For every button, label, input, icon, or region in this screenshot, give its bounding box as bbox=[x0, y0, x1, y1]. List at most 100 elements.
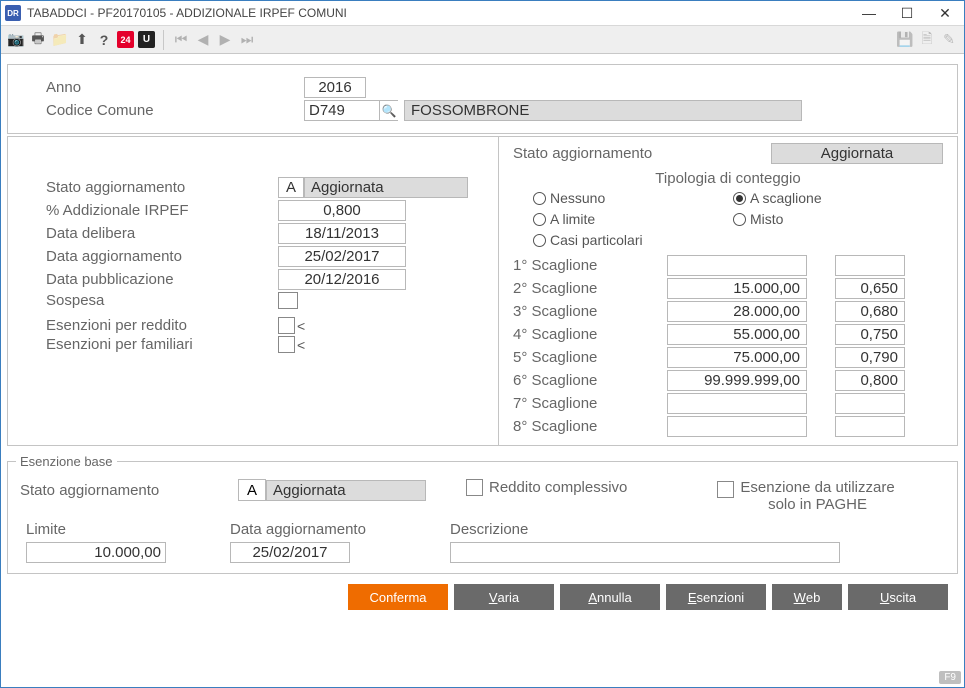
scaglione-pct-input[interactable] bbox=[835, 301, 905, 322]
anno-input[interactable] bbox=[304, 77, 366, 98]
conferma-button[interactable]: Conferma bbox=[348, 584, 448, 610]
tipologia-label: Tipologia di conteggio bbox=[513, 170, 943, 187]
sospesa-label: Sospesa bbox=[46, 292, 278, 309]
radio-casi[interactable]: Casi particolari bbox=[533, 232, 943, 248]
scaglione-amount-input[interactable] bbox=[667, 393, 807, 414]
esenzioni-button[interactable]: Esenzioni bbox=[666, 584, 766, 610]
data-agg-input[interactable] bbox=[278, 246, 406, 267]
esen-agg-input[interactable] bbox=[230, 542, 350, 563]
close-button[interactable]: ✕ bbox=[926, 1, 964, 25]
scaglione-pct-input[interactable] bbox=[835, 347, 905, 368]
scaglione-pct-input[interactable] bbox=[835, 255, 905, 276]
upload-icon[interactable]: ⬆ bbox=[73, 31, 91, 49]
scaglione-label: 2° Scaglione bbox=[513, 280, 663, 297]
stato-agg-label: Stato aggiornamento bbox=[46, 179, 278, 196]
scaglione-label: 5° Scaglione bbox=[513, 349, 663, 366]
stato-agg-right-display: Aggiornata bbox=[771, 143, 943, 164]
app-window: DR TABADDCI - PF20170105 - ADDIZIONALE I… bbox=[0, 0, 965, 688]
scaglione-amount-input[interactable] bbox=[667, 324, 807, 345]
maximize-button[interactable]: ☐ bbox=[888, 1, 926, 25]
scaglione-row: 5° Scaglione bbox=[513, 347, 943, 368]
esen-agg-label: Data aggiornamento bbox=[230, 521, 450, 538]
scaglione-amount-input[interactable] bbox=[667, 416, 807, 437]
delibera-label: Data delibera bbox=[46, 225, 278, 242]
anno-label: Anno bbox=[46, 79, 304, 96]
scaglione-row: 1° Scaglione bbox=[513, 255, 943, 276]
esen-redd-label: Esenzioni per reddito bbox=[46, 317, 278, 334]
scaglione-amount-input[interactable] bbox=[667, 278, 807, 299]
radio-limite[interactable]: A limite bbox=[533, 211, 733, 227]
scaglione-amount-input[interactable] bbox=[667, 301, 807, 322]
scaglione-label: 4° Scaglione bbox=[513, 326, 663, 343]
scaglione-label: 1° Scaglione bbox=[513, 257, 663, 274]
scaglione-pct-input[interactable] bbox=[835, 278, 905, 299]
data-pub-input[interactable] bbox=[278, 269, 406, 290]
less-than-icon: < bbox=[297, 318, 305, 334]
scaglione-pct-input[interactable] bbox=[835, 416, 905, 437]
esen-paghe-check[interactable]: Esenzione da utilizzare solo in PAGHE bbox=[717, 479, 894, 513]
varia-button[interactable]: Varia bbox=[454, 584, 554, 610]
first-icon[interactable]: ⏮ bbox=[172, 31, 190, 49]
button-bar: Conferma Varia Annulla Esenzioni Web Usc… bbox=[7, 576, 958, 612]
limite-input[interactable] bbox=[26, 542, 166, 563]
scaglione-amount-input[interactable] bbox=[667, 347, 807, 368]
less-than-icon: < bbox=[297, 337, 305, 353]
reddito-complessivo-check[interactable]: Reddito complessivo bbox=[466, 479, 627, 496]
esen-fam-checkbox[interactable] bbox=[278, 336, 295, 353]
stato-code-input[interactable] bbox=[278, 177, 304, 198]
perc-label: % Addizionale IRPEF bbox=[46, 202, 278, 219]
minimize-button[interactable]: — bbox=[850, 1, 888, 25]
data-pub-label: Data pubblicazione bbox=[46, 271, 278, 288]
esen-redd-checkbox[interactable] bbox=[278, 317, 295, 334]
codice-comune-label: Codice Comune bbox=[46, 102, 304, 119]
annulla-button[interactable]: Annulla bbox=[560, 584, 660, 610]
esenzione-fieldset: Esenzione base Stato aggiornamento Aggio… bbox=[7, 454, 958, 574]
sospesa-checkbox[interactable] bbox=[278, 292, 298, 309]
save-icon[interactable]: 💾 bbox=[896, 31, 914, 49]
esen-stato-code[interactable] bbox=[238, 479, 266, 501]
folder-icon[interactable]: 📁 bbox=[51, 31, 69, 49]
descr-input[interactable] bbox=[450, 542, 840, 563]
radio-nessuno[interactable]: Nessuno bbox=[533, 190, 733, 206]
uscita-button[interactable]: Uscita bbox=[848, 584, 948, 610]
red24-icon[interactable]: 24 bbox=[117, 31, 134, 48]
scaglione-row: 4° Scaglione bbox=[513, 324, 943, 345]
scaglione-label: 7° Scaglione bbox=[513, 395, 663, 412]
radio-misto[interactable]: Misto bbox=[733, 211, 933, 227]
edit-icon[interactable]: ✎ bbox=[940, 31, 958, 49]
radio-scaglione[interactable]: A scaglione bbox=[733, 190, 933, 206]
scaglione-amount-input[interactable] bbox=[667, 255, 807, 276]
scaglione-label: 3° Scaglione bbox=[513, 303, 663, 320]
print-icon[interactable]: 🖶 bbox=[29, 31, 47, 49]
title-bar: DR TABADDCI - PF20170105 - ADDIZIONALE I… bbox=[1, 1, 964, 26]
search-icon[interactable]: 🔍 bbox=[380, 100, 398, 121]
next-icon[interactable]: ▶ bbox=[216, 31, 234, 49]
prev-icon[interactable]: ◀ bbox=[194, 31, 212, 49]
data-agg-label: Data aggiornamento bbox=[46, 248, 278, 265]
scaglione-pct-input[interactable] bbox=[835, 393, 905, 414]
limite-label: Limite bbox=[26, 521, 230, 538]
scaglione-amount-input[interactable] bbox=[667, 370, 807, 391]
descr-label: Descrizione bbox=[450, 521, 945, 538]
scaglione-label: 8° Scaglione bbox=[513, 418, 663, 435]
toolbar: 📷 🖶 📁 ⬆ ? 24 U ⏮ ◀ ▶ ⏭ 💾 🗎 ✎ bbox=[1, 26, 964, 54]
last-icon[interactable]: ⏭ bbox=[238, 31, 256, 49]
scaglione-pct-input[interactable] bbox=[835, 324, 905, 345]
codice-comune-input[interactable] bbox=[304, 100, 380, 121]
blacku-icon[interactable]: U bbox=[138, 31, 155, 48]
comune-display: FOSSOMBRONE bbox=[404, 100, 802, 121]
help-icon[interactable]: ? bbox=[95, 31, 113, 49]
scaglione-row: 6° Scaglione bbox=[513, 370, 943, 391]
scaglione-label: 6° Scaglione bbox=[513, 372, 663, 389]
scaglione-pct-input[interactable] bbox=[835, 370, 905, 391]
delibera-input[interactable] bbox=[278, 223, 406, 244]
esen-stato-label: Stato aggiornamento bbox=[20, 482, 238, 499]
esen-fam-label: Esenzioni per familiari bbox=[46, 336, 278, 353]
stato-text-display: Aggiornata bbox=[304, 177, 468, 198]
doc-icon[interactable]: 🗎 bbox=[918, 31, 936, 49]
esen-stato-text: Aggiornata bbox=[266, 480, 426, 501]
web-button[interactable]: Web bbox=[772, 584, 842, 610]
camera-icon[interactable]: 📷 bbox=[7, 31, 25, 49]
perc-input[interactable] bbox=[278, 200, 406, 221]
stato-agg-right-label: Stato aggiornamento bbox=[513, 145, 771, 162]
